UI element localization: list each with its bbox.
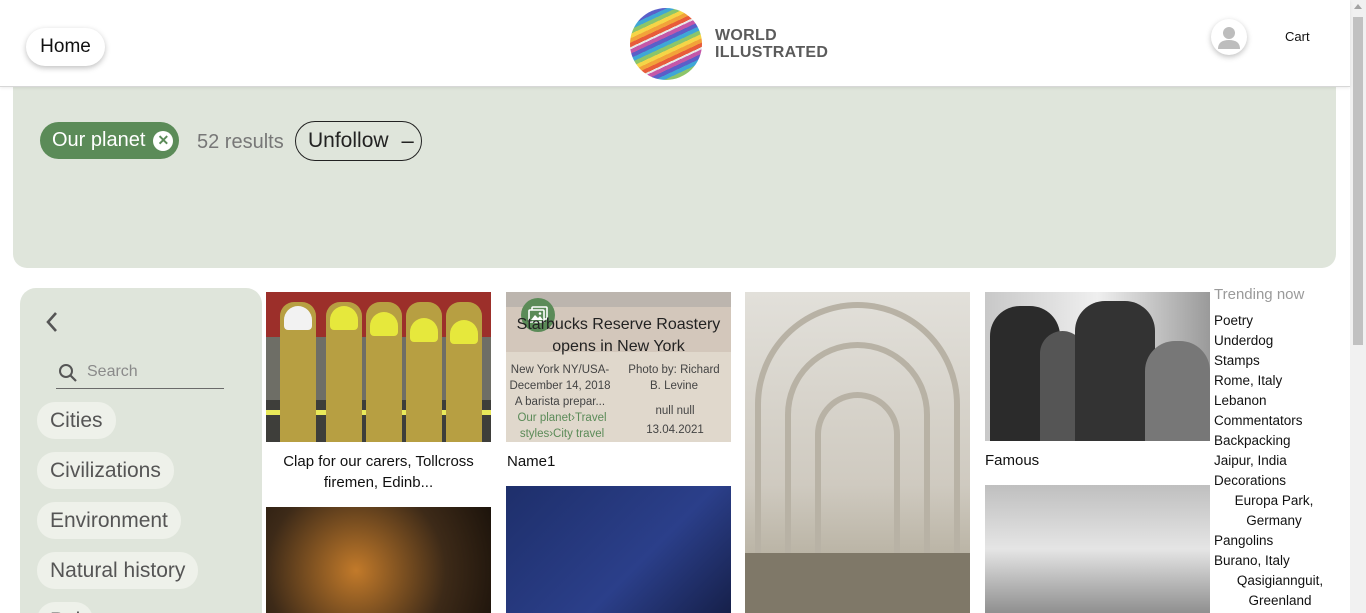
logo-line-2: ILLUSTRATED [715, 44, 829, 61]
chefs-image[interactable] [985, 485, 1210, 613]
overlay-title[interactable]: Starbucks Reserve Roastery opens in New … [510, 314, 727, 358]
world-illustrated-logo[interactable]: WORLD ILLUSTRATED [630, 8, 828, 80]
category-natural-history[interactable]: Natural history [37, 552, 199, 589]
trending-item[interactable]: Europa Park, Germany [1214, 491, 1334, 531]
trending-item[interactable]: Underdog [1214, 331, 1273, 351]
user-avatar-icon[interactable] [1211, 19, 1247, 55]
active-topic-chip[interactable]: Our planet ✕ [40, 122, 180, 159]
overlay-meta: null null 13.04.2021 [640, 402, 710, 440]
unfollow-label: Unfollow [308, 129, 389, 152]
overlay-date: 13.04.2021 [646, 424, 704, 436]
cart-link[interactable]: Cart [1285, 29, 1310, 44]
firefighters-image[interactable] [266, 292, 491, 442]
minus-icon: – [401, 128, 414, 153]
search-input[interactable] [87, 360, 217, 384]
overlay-photo-credit: Photo by: Richard B. Levine [628, 364, 720, 392]
cafe-arcade-image[interactable] [745, 292, 970, 613]
scroll-thumb[interactable] [1353, 17, 1363, 345]
trending-item[interactable]: Poetry [1214, 311, 1253, 331]
chevron-left-icon[interactable] [44, 310, 60, 339]
trending-item[interactable]: Jaipur, India [1214, 451, 1287, 471]
red-carpet-image[interactable] [506, 486, 731, 613]
bartender-image[interactable] [266, 507, 491, 613]
category-environment[interactable]: Environment [37, 502, 181, 539]
trending-item[interactable]: Burano, Italy [1214, 551, 1290, 571]
category-politics[interactable]: Pol [37, 602, 94, 613]
trending-title: Trending now [1214, 286, 1305, 303]
filter-banner [13, 87, 1336, 268]
scroll-up-arrow-icon[interactable] [1354, 4, 1362, 9]
trending-item[interactable]: Decorations [1214, 471, 1286, 491]
trending-item[interactable]: Rome, Italy [1214, 371, 1282, 391]
famous-image[interactable] [985, 292, 1210, 441]
home-button[interactable]: Home [26, 28, 105, 66]
category-civilizations[interactable]: Civilizations [37, 452, 174, 489]
logo-text: WORLD ILLUSTRATED [715, 27, 828, 61]
search-field [56, 358, 224, 389]
page-scrollbar[interactable] [1350, 0, 1366, 613]
overlay-null-text: null null [655, 405, 695, 417]
logo-globe-icon [630, 8, 702, 80]
card-caption[interactable]: Name1 [507, 451, 555, 472]
trending-item[interactable]: Stamps [1214, 351, 1260, 371]
results-count: 52 results [197, 131, 284, 153]
trending-item[interactable]: Commentators [1214, 411, 1303, 431]
topic-chip-label: Our planet [52, 129, 146, 151]
category-sidebar: Cities Civilizations Environment Natural… [20, 288, 262, 613]
site-header: Home WORLD ILLUSTRATED Cart [0, 0, 1350, 87]
overlay-description: New York NY/USA- December 14, 2018 A bar… [509, 364, 611, 408]
overlay-tags[interactable]: Our planet›Travel styles›City travel [508, 410, 616, 442]
trending-item[interactable]: Pangolins [1214, 531, 1273, 551]
category-cities[interactable]: Cities [37, 402, 116, 439]
card-caption[interactable]: Clap for our carers, Tollcross firemen, … [266, 451, 491, 493]
card-caption[interactable]: Famous [985, 450, 1039, 471]
logo-line-1: WORLD [715, 27, 777, 44]
trending-item[interactable]: Backpacking [1214, 431, 1291, 451]
trending-item[interactable]: Qasigiannguit, Greenland [1214, 571, 1346, 611]
unfollow-button[interactable]: Unfollow – [295, 121, 422, 161]
search-icon [59, 364, 77, 382]
trending-item[interactable]: Lebanon [1214, 391, 1267, 411]
close-circle-icon[interactable]: ✕ [153, 130, 174, 151]
